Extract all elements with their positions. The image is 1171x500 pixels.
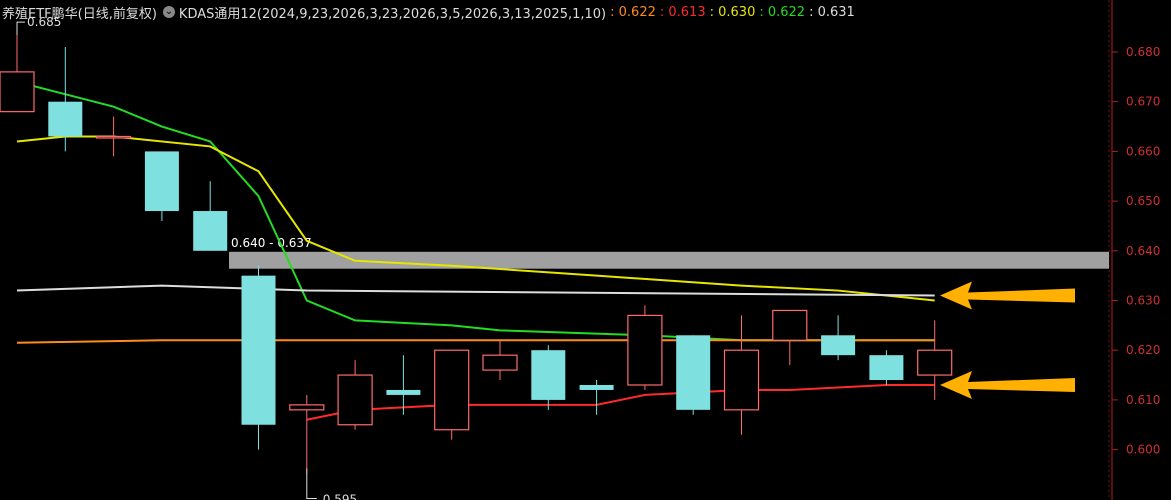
candle-body <box>48 101 83 137</box>
candle-18 <box>821 315 856 361</box>
candle-body <box>723 349 760 411</box>
candle-body <box>772 309 808 341</box>
candle-6 <box>241 265 276 450</box>
candle-body <box>95 135 132 139</box>
arrow-shape <box>940 370 1075 399</box>
candle-8 <box>337 360 373 430</box>
candle-17 <box>772 309 808 366</box>
candle-body <box>386 389 421 395</box>
candle-12 <box>531 345 566 410</box>
candle-3 <box>95 116 132 157</box>
candle-body <box>434 349 470 431</box>
candle-body <box>917 349 953 376</box>
candle-13 <box>579 380 614 415</box>
candle-14 <box>627 305 663 390</box>
y-tick-label: 0.680 <box>1126 45 1160 59</box>
candle-body <box>821 335 856 356</box>
y-tick-label: 0.650 <box>1126 194 1160 208</box>
candle-15 <box>676 335 711 415</box>
candle-body <box>579 384 614 390</box>
candle-body <box>193 211 228 251</box>
candle-16 <box>723 315 760 435</box>
y-tick-label: 0.600 <box>1126 443 1160 457</box>
candle-body <box>0 71 35 113</box>
candle-body <box>627 314 663 386</box>
candle-2 <box>48 47 83 152</box>
candle-11 <box>482 340 518 381</box>
candle-7 <box>289 394 325 475</box>
y-tick-label: 0.640 <box>1126 244 1160 258</box>
indicator-line-1 <box>16 80 935 342</box>
annotation-label-1: 0.685 <box>27 15 61 29</box>
candle-body <box>337 374 373 426</box>
candle-body <box>241 275 276 425</box>
candle-body <box>482 354 518 371</box>
candle-4 <box>144 151 179 221</box>
candle-body <box>289 404 325 411</box>
annotation-leader-2 <box>306 468 317 499</box>
y-tick-label: 0.660 <box>1126 144 1160 158</box>
arrow-1 <box>940 281 1075 310</box>
candle-body <box>144 151 179 212</box>
annotation-label-2: 0.595 <box>323 492 357 500</box>
candle-1 <box>0 27 35 113</box>
arrow-2 <box>940 370 1075 399</box>
candle-19 <box>869 350 904 385</box>
annotation-leader-1 <box>16 21 25 36</box>
candle-body <box>869 355 904 381</box>
y-tick-label: 0.630 <box>1126 294 1160 308</box>
candle-10 <box>434 349 470 440</box>
candle-body <box>531 350 566 400</box>
indicator-line-3 <box>16 284 935 297</box>
candlestick-chart: 0.680 0.670 0.660 0.650 0.640 0.630 0.620 0.610… <box>0 0 1160 500</box>
candle-20 <box>917 320 953 400</box>
candle-body <box>676 335 711 410</box>
support-zone-label: 0.640 - 0.637 <box>231 236 312 250</box>
y-tick-label: 0.670 <box>1126 95 1160 109</box>
y-tick-label: 0.610 <box>1126 393 1160 407</box>
candle-5 <box>193 181 228 251</box>
arrow-shape <box>940 281 1075 310</box>
y-tick-label: 0.620 <box>1126 343 1160 357</box>
